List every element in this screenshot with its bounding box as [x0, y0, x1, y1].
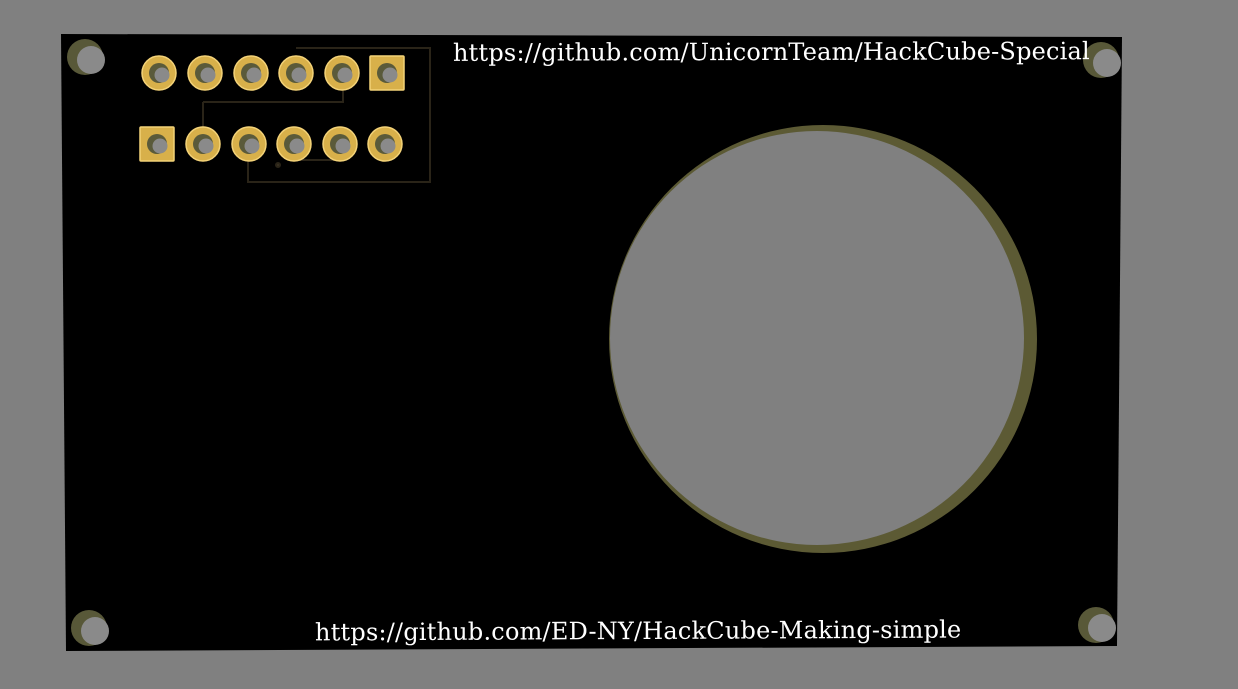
circular-cutout-icon [609, 125, 1037, 553]
through-hole-pad-square-icon [139, 126, 175, 162]
pcb-render-view: https://github.com/UnicornTeam/HackCube-… [0, 0, 1238, 689]
through-hole-pad-icon [367, 126, 403, 162]
pcb-board-graphic [61, 34, 1122, 651]
through-hole-pad-square-icon [369, 55, 405, 91]
through-hole-pad-icon [276, 126, 312, 162]
through-hole-pad-icon [231, 126, 267, 162]
through-hole-pad-icon [322, 126, 358, 162]
through-hole-pad-icon [141, 55, 177, 91]
silkscreen-bottom-url: https://github.com/ED-NY/HackCube-Making… [314, 615, 962, 647]
through-hole-pad-icon [187, 55, 223, 91]
through-hole-pad-icon [278, 55, 314, 91]
through-hole-pad-icon [233, 55, 269, 91]
silkscreen-top-url: https://github.com/UnicornTeam/HackCube-… [452, 37, 1090, 67]
through-hole-pad-icon [324, 55, 360, 91]
through-hole-pad-icon [185, 126, 221, 162]
